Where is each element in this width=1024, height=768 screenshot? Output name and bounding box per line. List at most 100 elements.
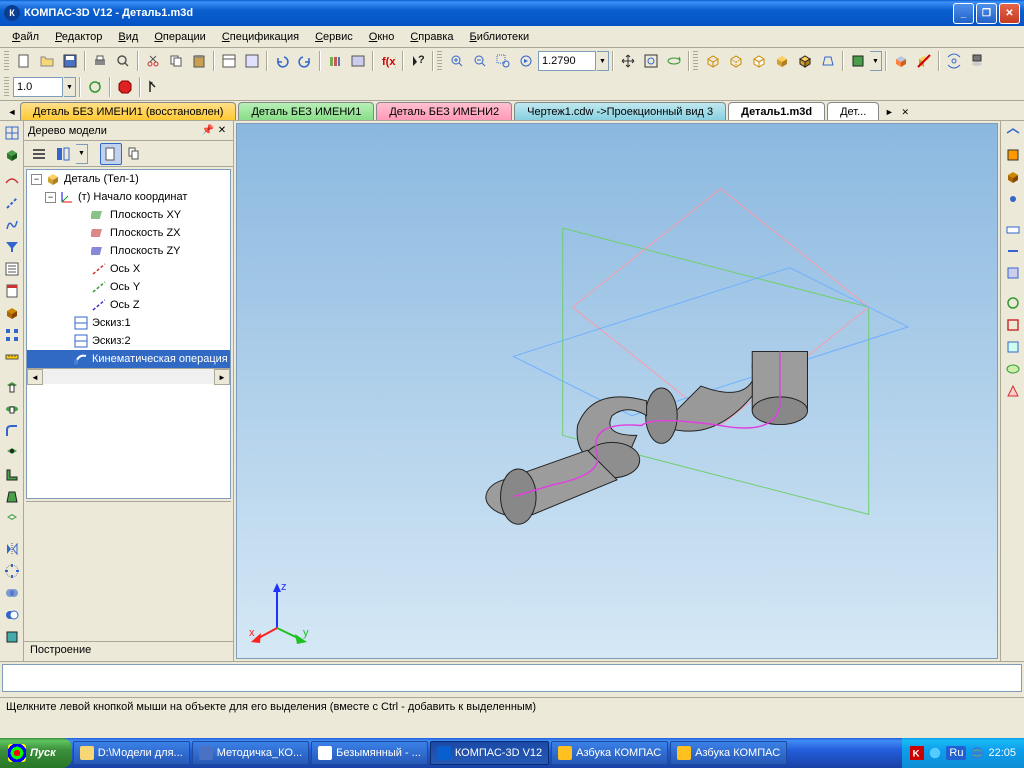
part-button[interactable]: [2, 303, 22, 323]
help-button[interactable]: ?: [407, 50, 429, 72]
simplify-button[interactable]: [913, 50, 935, 72]
menu-editor[interactable]: Редактор: [47, 28, 110, 46]
tree-sweep-op[interactable]: Кинематическая операция: [27, 350, 230, 368]
bool-add-button[interactable]: [2, 583, 22, 603]
orient-fit-button[interactable]: [943, 50, 965, 72]
filter-button[interactable]: [2, 237, 22, 257]
menu-spec[interactable]: Спецификация: [214, 28, 307, 46]
view-hidden-button[interactable]: [725, 50, 747, 72]
taskbar-item-5[interactable]: Азбука КОМПАС: [670, 741, 787, 765]
collapse-icon[interactable]: −: [45, 192, 56, 203]
shell-button[interactable]: [2, 509, 22, 529]
r-tool-9[interactable]: [1003, 315, 1023, 335]
r-face-button[interactable]: [1003, 145, 1023, 165]
orientation-dropdown[interactable]: ▼: [870, 51, 882, 71]
taskbar-item-1[interactable]: Методичка_КО...: [192, 741, 309, 765]
rotate-button[interactable]: [663, 50, 685, 72]
toolbar-grip[interactable]: [4, 51, 9, 71]
rerender-button[interactable]: [966, 50, 988, 72]
menu-file[interactable]: Файл: [4, 28, 47, 46]
doc-tab-2[interactable]: Деталь БЕЗ ИМЕНИ2: [376, 102, 512, 120]
viewport-3d[interactable]: z x y: [236, 123, 998, 659]
lib-button[interactable]: [324, 50, 346, 72]
tree-plane-zx[interactable]: Плоскость ZX: [27, 224, 230, 242]
fillet-button[interactable]: [2, 421, 22, 441]
zoom-fit-button[interactable]: [640, 50, 662, 72]
menu-service[interactable]: Сервис: [307, 28, 361, 46]
paste-button[interactable]: [188, 50, 210, 72]
tree-axis-y[interactable]: Ось Y: [27, 278, 230, 296]
undo-button[interactable]: [271, 50, 293, 72]
view-shaded-edges-button[interactable]: [794, 50, 816, 72]
array-button[interactable]: [2, 325, 22, 345]
extrude-button[interactable]: [2, 145, 22, 165]
view-wire-button[interactable]: [702, 50, 724, 72]
doc-tab-3[interactable]: Чертеж1.cdw ->Проекционный вид 3: [514, 102, 726, 120]
toolbar-grip[interactable]: [693, 51, 698, 71]
zoom-in-button[interactable]: [446, 50, 468, 72]
tree-origin[interactable]: − (т) Начало координат: [27, 188, 230, 206]
create-button[interactable]: [144, 76, 166, 98]
doc-tab-5[interactable]: Дет...: [827, 102, 879, 120]
tree-plane-xy[interactable]: Плоскость XY: [27, 206, 230, 224]
r-tool-10[interactable]: [1003, 337, 1023, 357]
r-edge-button[interactable]: [1003, 123, 1023, 143]
rib-button[interactable]: [2, 465, 22, 485]
tree-root[interactable]: − Деталь (Тел-1): [27, 170, 230, 188]
pan-button[interactable]: [617, 50, 639, 72]
tree-tab-build[interactable]: Построение: [24, 641, 233, 661]
property-bar-inner[interactable]: [2, 664, 1022, 692]
tab-close[interactable]: ✕: [897, 104, 913, 120]
tray-icon-1[interactable]: K: [910, 746, 924, 760]
zoom-input[interactable]: [538, 51, 596, 71]
section-button[interactable]: [890, 50, 912, 72]
menu-operations[interactable]: Операции: [146, 28, 213, 46]
collapse-icon[interactable]: −: [31, 174, 42, 185]
pin-button[interactable]: 📌: [201, 124, 215, 138]
measure-button[interactable]: [2, 347, 22, 367]
scale-input[interactable]: [13, 77, 63, 97]
doc-tab-0[interactable]: Деталь БЕЗ ИМЕНИ1 (восстановлен): [20, 102, 236, 120]
r-tool-8[interactable]: [1003, 293, 1023, 313]
print-button[interactable]: [89, 50, 111, 72]
tree-dd[interactable]: ▼: [76, 144, 88, 164]
minimize-button[interactable]: _: [953, 3, 974, 24]
taskbar-item-2[interactable]: Безымянный - ...: [311, 741, 428, 765]
tree-tb-4[interactable]: [124, 143, 146, 165]
doc-tab-1[interactable]: Деталь БЕЗ ИМЕНИ1: [238, 102, 374, 120]
start-button[interactable]: Пуск: [0, 738, 72, 768]
tray-icon-2[interactable]: [928, 746, 942, 760]
restore-button[interactable]: ❐: [976, 3, 997, 24]
system-tray[interactable]: K Ru 22:05: [902, 738, 1024, 768]
hole-button[interactable]: [2, 443, 22, 463]
zoom-dropdown[interactable]: ▼: [597, 51, 609, 71]
tree-tb-2[interactable]: [52, 143, 74, 165]
view-nohidden-button[interactable]: [748, 50, 770, 72]
close-button[interactable]: ✕: [999, 3, 1020, 24]
copy-button[interactable]: [165, 50, 187, 72]
r-vertex-button[interactable]: [1003, 189, 1023, 209]
toolbar-grip[interactable]: [4, 77, 9, 97]
curve-button[interactable]: [2, 215, 22, 235]
doc-tab-4[interactable]: Деталь1.m3d: [728, 102, 825, 120]
surf-button[interactable]: [2, 171, 22, 191]
tree-plane-zy[interactable]: Плоскость ZY: [27, 242, 230, 260]
vars-button[interactable]: f(x): [377, 50, 399, 72]
scale-dropdown[interactable]: ▼: [64, 77, 76, 97]
more-button[interactable]: [2, 627, 22, 647]
taskbar-item-3[interactable]: КОМПАС-3D V12: [430, 741, 549, 765]
tray-lang[interactable]: Ru: [946, 746, 966, 760]
report-button[interactable]: [2, 281, 22, 301]
tab-scroll-right[interactable]: ►: [881, 104, 897, 120]
props2-button[interactable]: [241, 50, 263, 72]
tree-axis-x[interactable]: Ось X: [27, 260, 230, 278]
r-tool-6[interactable]: [1003, 241, 1023, 261]
r-body-button[interactable]: [1003, 167, 1023, 187]
save-button[interactable]: [59, 50, 81, 72]
tray-clock[interactable]: 22:05: [988, 747, 1016, 759]
menu-libraries[interactable]: Библиотеки: [462, 28, 538, 46]
preview-button[interactable]: [112, 50, 134, 72]
taskbar-item-0[interactable]: D:\Модели для...: [73, 741, 190, 765]
array-circ-button[interactable]: [2, 561, 22, 581]
r-tool-5[interactable]: [1003, 219, 1023, 239]
